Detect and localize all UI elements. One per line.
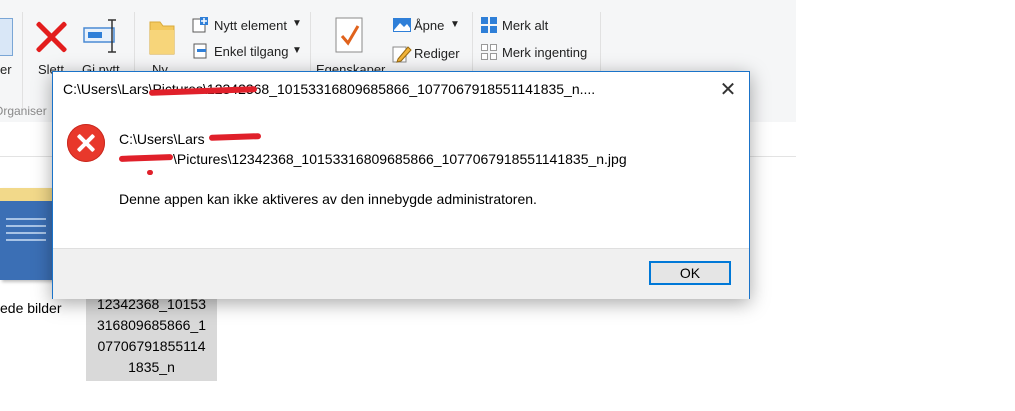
easy-access-label: Enkel tilgang xyxy=(214,44,289,59)
easy-access-dropdown-icon: ▼ xyxy=(292,45,302,56)
file-name-line: 1835_n xyxy=(128,359,175,375)
select-none-icon xyxy=(481,44,497,60)
select-all-icon xyxy=(481,17,497,33)
ribbon-separator xyxy=(22,12,23,108)
redaction-mark xyxy=(146,169,154,176)
folder-label: ede bilder xyxy=(0,300,62,316)
ok-button[interactable]: OK xyxy=(649,261,731,285)
redaction-mark xyxy=(208,133,262,141)
open-label: Åpne xyxy=(414,18,445,33)
folder-thumbnail[interactable] xyxy=(0,188,56,280)
dialog-footer: OK xyxy=(53,248,749,299)
delete-icon xyxy=(34,20,68,54)
file-path-line-1: C:\Users\Lars xyxy=(119,131,205,147)
new-item-icon xyxy=(192,17,208,33)
error-icon xyxy=(67,124,105,162)
file-name-line: 316809685866_1 xyxy=(96,317,206,333)
open-dropdown-icon: ▼ xyxy=(450,19,460,30)
edit-icon xyxy=(392,46,412,63)
select-all-label: Merk alt xyxy=(502,18,549,33)
easy-access-icon xyxy=(193,43,207,59)
new-item-label: Nytt element xyxy=(214,18,287,33)
error-dialog: C:\Users\Lars \Pictures\12342368_10153316… xyxy=(52,71,750,299)
rename-icon xyxy=(83,19,116,53)
properties-icon xyxy=(335,17,363,53)
new-folder-icon xyxy=(149,21,175,55)
file-path-line-2: \Pictures\12342368_10153316809685866_107… xyxy=(173,151,627,167)
organize-group-label: Organiser xyxy=(0,104,47,118)
clipboard-icon xyxy=(0,18,13,56)
partial-command-label: er xyxy=(0,62,12,77)
open-icon xyxy=(393,18,411,32)
new-item-dropdown-icon: ▼ xyxy=(292,18,302,29)
select-none-label: Merk ingenting xyxy=(502,45,588,60)
redaction-mark xyxy=(118,154,174,162)
selected-file-item[interactable]: 12342368_10153 316809685866_1 0770679185… xyxy=(86,292,217,381)
edit-label: Rediger xyxy=(414,46,460,61)
file-name-line: 07706791855114 xyxy=(97,338,206,354)
close-icon[interactable]: ✕ xyxy=(717,79,739,101)
error-message: Denne appen kan ikke aktiveres av den in… xyxy=(119,191,537,207)
